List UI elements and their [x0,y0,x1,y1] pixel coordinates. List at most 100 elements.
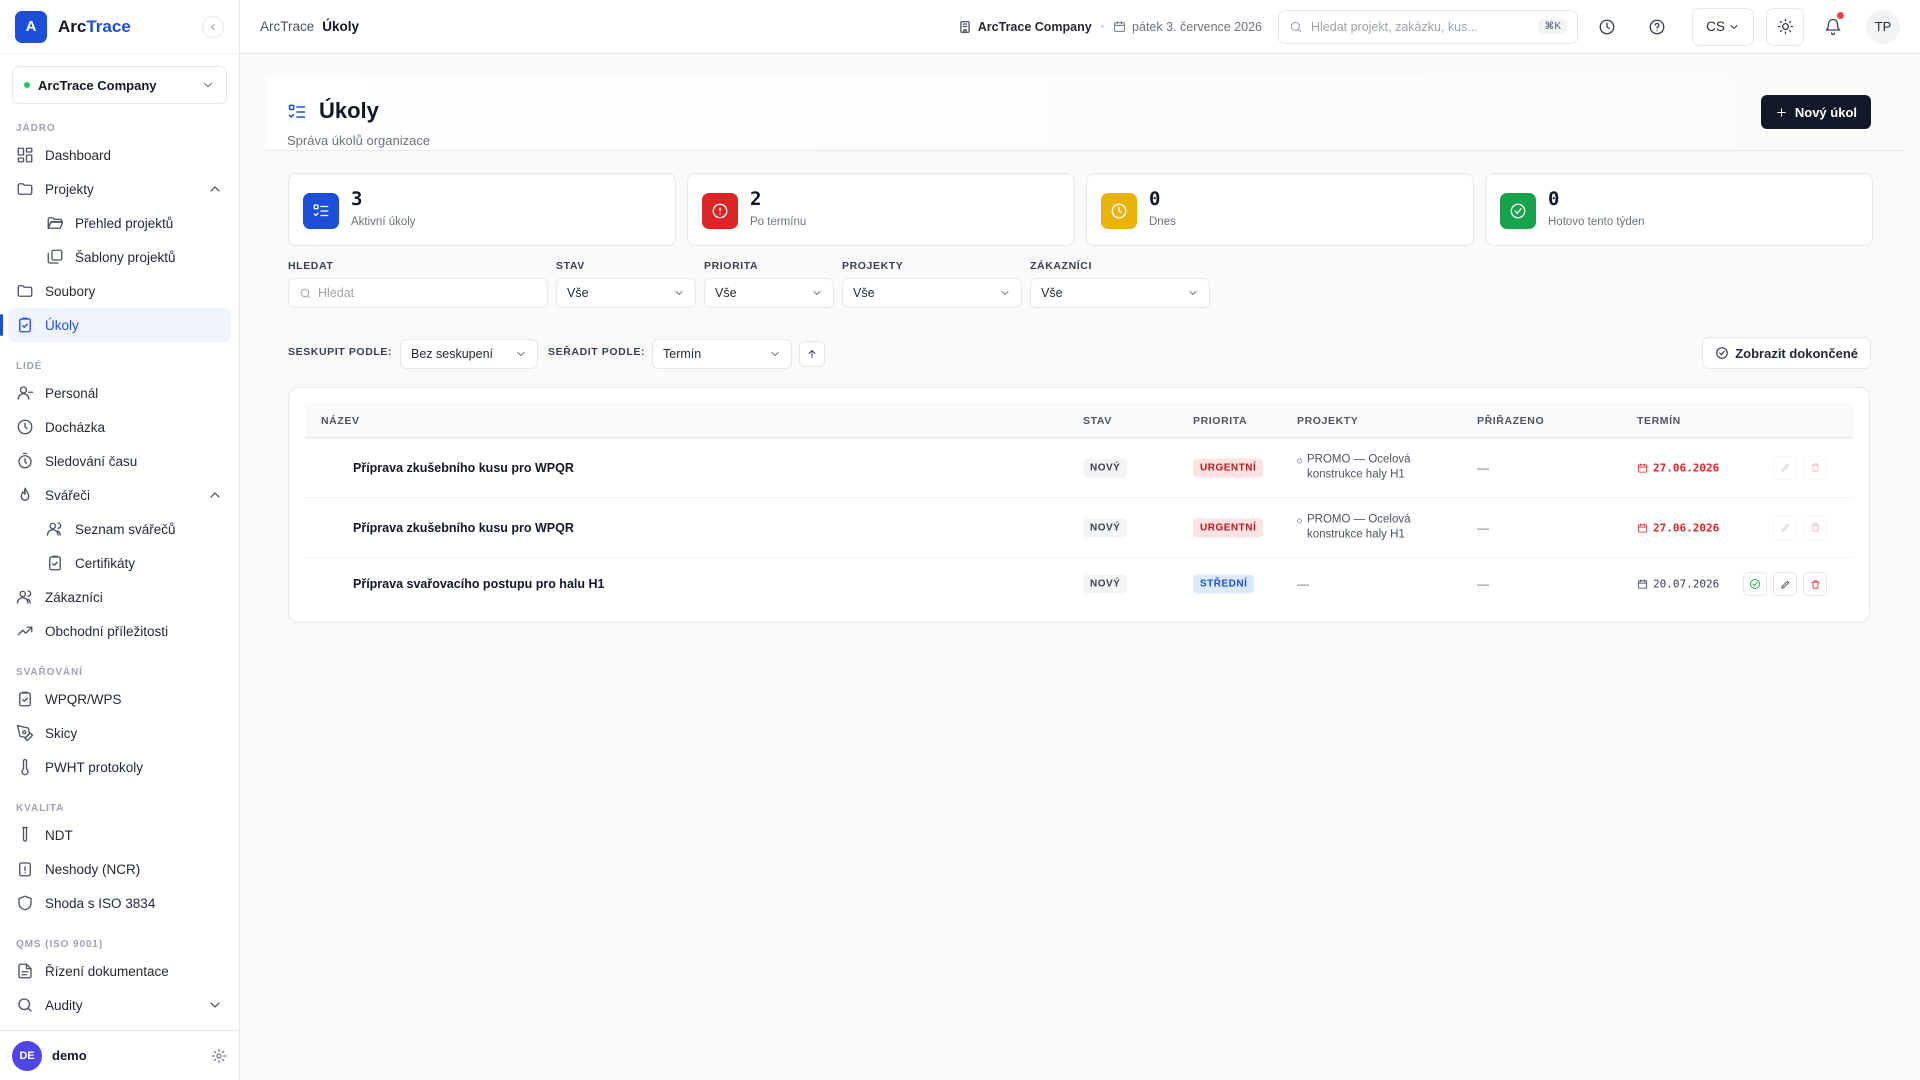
dashboard-icon [17,147,33,163]
page-title: Úkoly [319,98,379,123]
table-row[interactable]: Příprava zkušebního kusu pro WPQR NOVÝ U… [305,498,1853,558]
sidebar-item-obchodni-prilezitosti[interactable]: Obchodní příležitosti [8,614,231,648]
collapse-sidebar-button[interactable] [202,15,224,38]
column-header-status[interactable]: STAV [1083,415,1112,427]
sidebar-item-sablony-projektu[interactable]: Šablony projektů [8,240,231,274]
language-selector[interactable]: CS [1692,7,1754,46]
column-header-projects[interactable]: PROJEKTY [1297,415,1358,427]
list-check-icon [288,104,306,118]
stat-value: 2 [750,188,762,210]
plus-icon [1777,107,1786,117]
sidebar-item-wpqr-wps[interactable]: WPQR/WPS [8,682,231,716]
sidebar-item-shoda-iso[interactable]: Shoda s ISO 3834 [8,886,231,920]
sidebar-item-label: Úkoly [45,317,79,333]
chevron-down-icon [813,291,821,295]
sidebar-item-ndt[interactable]: NDT [8,818,231,852]
gear-icon[interactable] [211,1048,227,1064]
filter-customers-select[interactable]: Vše [1030,278,1210,308]
history-button[interactable] [1586,8,1628,46]
section-title-qms: QMS (ISO 9001) [16,939,104,950]
sidebar-item-dashboard[interactable]: Dashboard [8,138,231,172]
column-header-assigned[interactable]: PŘIŘAZENO [1477,415,1544,427]
complete-button[interactable] [1743,572,1767,596]
sidebar-item-certifikaty[interactable]: Certifikáty [8,546,231,580]
sidebar-item-label: Projekty [45,181,94,197]
company-selector[interactable]: ArcTrace Company [12,66,227,104]
sidebar-item-skicy[interactable]: Skicy [8,716,231,750]
show-completed-button[interactable]: Zobrazit dokončené [1702,337,1871,369]
project-link[interactable]: PROMO — Ocelová konstrukce haly H1 [1297,512,1427,543]
new-task-button[interactable]: Nový úkol [1760,95,1871,129]
task-name[interactable]: Příprava zkušebního kusu pro WPQR [353,461,574,475]
stat-label: Dnes [1149,216,1176,228]
column-header-due[interactable]: TERMÍN [1637,415,1681,427]
stat-icon-box [702,193,738,229]
chevron-up-icon [210,492,220,498]
status-badge: NOVÝ [1083,518,1128,537]
app-logo[interactable]: A [15,10,47,43]
theme-toggle-button[interactable] [1766,7,1804,46]
filter-label-status: STAV [556,260,585,272]
global-search-input[interactable]: Hledat projekt, zakázku, kus... ⌘K [1278,9,1578,44]
trending-up-icon [17,626,33,636]
templates-icon [47,249,63,264]
group-by-select[interactable]: Bez seskupení [400,339,538,369]
pencil-icon [1780,523,1789,532]
delete-button[interactable] [1803,572,1827,596]
sidebar-item-neshody[interactable]: Neshody (NCR) [8,852,231,886]
sort-direction-button[interactable] [799,341,825,367]
delete-button[interactable] [1803,515,1827,540]
alert-clipboard-icon [19,862,31,877]
column-header-name[interactable]: NÁZEV [321,415,360,427]
task-name[interactable]: Příprava svařovacího postupu pro halu H1 [353,577,604,591]
chevron-down-icon [771,352,779,356]
status-badge: NOVÝ [1083,458,1128,477]
sidebar-item-dochazka[interactable]: Docházka [8,410,231,444]
sidebar-item-zakaznici[interactable]: Zákazníci [8,580,231,614]
thermometer-icon [21,758,29,776]
avatar[interactable]: DE [12,1040,42,1071]
due-date: 27.06.2026 [1637,461,1719,474]
chevron-down-icon [210,1002,220,1008]
user-avatar[interactable]: TP [1866,9,1900,44]
edit-button[interactable] [1773,455,1797,480]
task-name[interactable]: Příprava zkušebního kusu pro WPQR [353,521,574,535]
stat-label: Po termínu [750,216,807,228]
help-button[interactable] [1636,8,1678,46]
delete-button[interactable] [1803,455,1827,480]
chevron-down-icon [1001,291,1009,295]
edit-button[interactable] [1773,572,1797,596]
sidebar-item-ukoly[interactable]: Úkoly [0,308,231,342]
table-header: NÁZEV STAV PRIORITA PROJEKTY PŘIŘAZENO T… [305,402,1853,438]
sidebar-item-prehled-projektu[interactable]: Přehled projektů [8,206,231,240]
sidebar-item-soubory[interactable]: Soubory [8,274,231,308]
sidebar-item-label: Řízení dokumentace [45,963,169,979]
search-icon [1290,21,1302,32]
sidebar-item-seznam-svarecu[interactable]: Seznam svářečů [8,512,231,546]
filter-search-input[interactable]: Hledat [288,278,548,308]
table-row[interactable]: Příprava zkušebního kusu pro WPQR NOVÝ U… [305,438,1853,498]
sidebar-item-sledovani-casu[interactable]: Sledování času [8,444,231,478]
topbar-date: pátek 3. července 2026 [1113,20,1262,34]
sidebar-item-rizeni-dokumentace[interactable]: Řízení dokumentace [8,954,231,988]
filter-priority-select[interactable]: Vše [704,278,834,308]
sidebar-item-label: Certifikáty [75,555,136,571]
sidebar-item-personal[interactable]: Personál [8,376,231,410]
clock-icon [1599,19,1615,34]
sidebar-item-audity[interactable]: Audity [8,988,231,1022]
breadcrumb-root[interactable]: ArcTrace [260,19,314,34]
filter-status-select[interactable]: Vše [556,278,696,308]
sort-by-select[interactable]: Termín [652,339,792,369]
sidebar-item-projekty[interactable]: Projekty [8,172,231,206]
notifications-button[interactable] [1812,8,1854,46]
sidebar-item-pwht-protokoly[interactable]: PWHT protokoly [8,750,231,784]
arrow-up-icon [808,350,816,358]
project-link[interactable]: PROMO — Ocelová konstrukce haly H1 [1297,452,1427,483]
column-header-priority[interactable]: PRIORITA [1193,415,1247,427]
sidebar-item-svareci[interactable]: Svářeči [8,478,231,512]
filter-label-projects: PROJEKTY [842,260,904,272]
table-row[interactable]: Příprava svařovacího postupu pro halu H1… [305,558,1853,610]
filter-projects-select[interactable]: Vše [842,278,1022,308]
pencil-icon [1780,580,1789,589]
edit-button[interactable] [1773,515,1797,540]
